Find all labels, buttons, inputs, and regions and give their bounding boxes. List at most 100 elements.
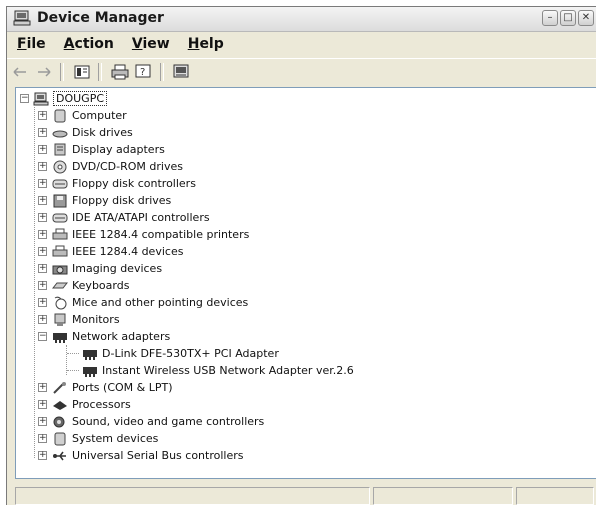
maximize-button[interactable]: □ (560, 10, 576, 26)
menu-help[interactable]: Help (188, 36, 224, 52)
disk-drive-icon (52, 130, 68, 137)
port-icon (53, 381, 66, 394)
collapse-toggle[interactable]: − (20, 94, 29, 103)
menu-bar: File Action View Help (7, 32, 596, 56)
tree-item-ieee-compatible-printers[interactable]: + IEEE 1284.4 compatible printers (38, 226, 249, 243)
print-icon (111, 64, 129, 80)
tree-item-processors[interactable]: + Processors (38, 396, 131, 413)
menu-action[interactable]: Action (64, 36, 114, 52)
tree-item-monitors[interactable]: + Monitors (38, 311, 120, 328)
tree-item-label: Disk drives (72, 126, 133, 139)
network-adapter-icon (83, 349, 97, 360)
floppy-icon (53, 194, 67, 207)
tree-item-label: Sound, video and game controllers (72, 415, 265, 428)
scan-hardware-button[interactable] (171, 62, 193, 82)
expand-toggle[interactable]: + (38, 213, 47, 222)
tree-item-keyboards[interactable]: + Keyboards (38, 277, 129, 294)
tree-item-label: D-Link DFE-530TX+ PCI Adapter (102, 347, 279, 360)
tree-item-dvd-cd-rom-drives[interactable]: + DVD/CD-ROM drives (38, 158, 183, 175)
tree-root[interactable]: − DOUGPC (20, 90, 108, 107)
expand-toggle[interactable]: + (38, 383, 47, 392)
tree-item-ieee-devices[interactable]: + IEEE 1284.4 devices (38, 243, 183, 260)
printer-icon (52, 228, 68, 239)
help-button[interactable]: ? (133, 62, 155, 82)
expand-toggle[interactable]: + (38, 434, 47, 443)
tree-item-label: Floppy disk controllers (72, 177, 196, 190)
expand-toggle[interactable]: + (38, 451, 47, 460)
svg-text:?: ? (140, 67, 145, 78)
expand-toggle[interactable]: + (38, 417, 47, 426)
expand-toggle[interactable]: + (38, 196, 47, 205)
close-button[interactable]: ✕ (578, 10, 594, 26)
tree-item-label: Monitors (72, 313, 120, 326)
tree-item-floppy-disk-controllers[interactable]: + Floppy disk controllers (38, 175, 196, 192)
status-bar (15, 487, 596, 505)
mouse-icon (54, 296, 67, 309)
expand-toggle[interactable]: + (38, 111, 47, 120)
expand-toggle[interactable]: + (38, 400, 47, 409)
tree-item-label: System devices (72, 432, 159, 445)
display-adapter-icon (54, 143, 66, 155)
tree-child-wireless-usb-adapter[interactable]: Instant Wireless USB Network Adapter ver… (82, 362, 354, 379)
printer-icon (52, 245, 68, 256)
network-adapter-icon (83, 366, 97, 377)
forward-button[interactable] (33, 62, 55, 82)
tree-item-label: Display adapters (72, 143, 165, 156)
scan-hardware-icon (173, 64, 189, 78)
tree-item-label: IEEE 1284.4 compatible printers (72, 228, 250, 241)
system-icon (54, 432, 66, 445)
network-adapter-icon (53, 332, 67, 343)
expand-toggle[interactable]: + (38, 128, 47, 137)
tree-item-label: Keyboards (72, 279, 130, 292)
window-title: Device Manager (37, 10, 164, 26)
menu-view[interactable]: View (132, 36, 170, 52)
tree-item-display-adapters[interactable]: + Display adapters (38, 141, 165, 158)
tree-connector (34, 107, 35, 458)
tree-item-label: Mice and other pointing devices (72, 296, 249, 309)
tree-item-label: IEEE 1284.4 devices (72, 245, 184, 258)
tree-item-ide-ata-atapi-controllers[interactable]: + IDE ATA/ATAPI controllers (38, 209, 210, 226)
tree-item-floppy-disk-drives[interactable]: + Floppy disk drives (38, 192, 171, 209)
title-bar[interactable]: Device Manager – □ ✕ (7, 7, 596, 32)
tree-item-usb-controllers[interactable]: + Universal Serial Bus controllers (38, 447, 243, 464)
print-button[interactable] (109, 62, 131, 82)
expand-toggle[interactable]: + (38, 264, 47, 273)
expand-toggle[interactable]: + (38, 162, 47, 171)
tree-item-computer[interactable]: + Computer (38, 107, 127, 124)
status-cell (516, 487, 594, 505)
sound-icon (53, 416, 65, 427)
tree-item-label: Processors (72, 398, 131, 411)
expand-toggle[interactable]: + (38, 281, 47, 290)
tree-item-label: Universal Serial Bus controllers (72, 449, 244, 462)
tree-item-label: Network adapters (72, 330, 171, 343)
minimize-button[interactable]: – (542, 10, 558, 26)
expand-toggle[interactable]: + (38, 247, 47, 256)
collapse-toggle[interactable]: − (38, 332, 47, 341)
tree-item-disk-drives[interactable]: + Disk drives (38, 124, 133, 141)
back-button[interactable] (9, 62, 31, 82)
tree-child-dlink-adapter[interactable]: D-Link DFE-530TX+ PCI Adapter (82, 345, 279, 362)
controller-icon (52, 179, 68, 188)
toolbar-separator (60, 63, 64, 81)
tree-item-label: Ports (COM & LPT) (72, 381, 173, 394)
forward-arrow-icon (38, 67, 51, 77)
tree-item-system-devices[interactable]: + System devices (38, 430, 158, 447)
computer-icon (54, 109, 66, 122)
usb-icon (53, 451, 66, 460)
expand-toggle[interactable]: + (38, 298, 47, 307)
expand-toggle[interactable]: + (38, 315, 47, 324)
tree-item-ports[interactable]: + Ports (COM & LPT) (38, 379, 173, 396)
expand-toggle[interactable]: + (38, 145, 47, 154)
tree-item-imaging-devices[interactable]: + Imaging devices (38, 260, 162, 277)
tree-item-mice[interactable]: + Mice and other pointing devices (38, 294, 248, 311)
expand-toggle[interactable]: + (38, 230, 47, 239)
tree-item-sound-video-game[interactable]: + Sound, video and game controllers (38, 413, 264, 430)
menu-file[interactable]: File (17, 36, 46, 52)
tree-item-label: Imaging devices (72, 262, 163, 275)
properties-button[interactable] (71, 62, 93, 82)
tree-connector (67, 353, 79, 354)
computer-icon (33, 92, 49, 105)
device-tree[interactable]: − DOUGPC + Computer + Disk drives + Disp… (15, 87, 596, 479)
tree-item-network-adapters[interactable]: − Network adapters (38, 328, 170, 345)
expand-toggle[interactable]: + (38, 179, 47, 188)
